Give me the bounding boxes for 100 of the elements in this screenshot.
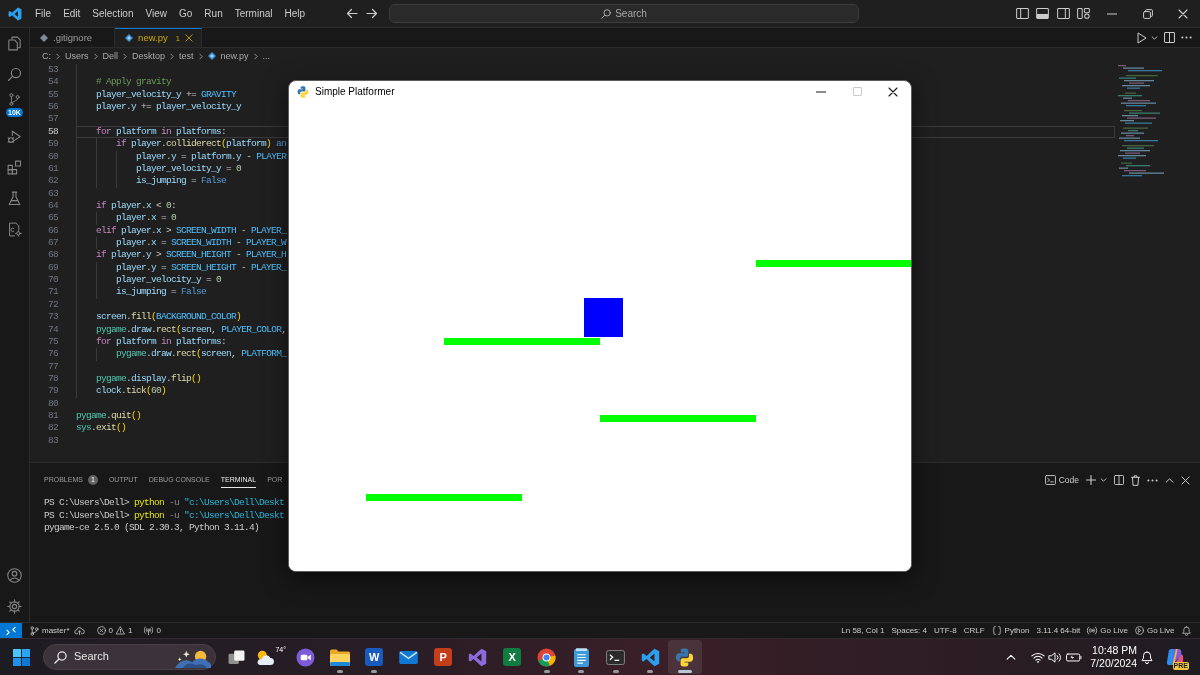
code-line: for platform in platforms: [95, 125, 227, 139]
file-type-icon [40, 34, 48, 42]
code-line: pygame.draw.rect(screen, PLAYER_COLOR, [95, 323, 287, 336]
code-line: if player.colliderect(platform) an [115, 138, 287, 151]
interpreter-item[interactable]: 3.11.4 64-bit [1032, 625, 1084, 636]
menu-item[interactable]: File [29, 6, 58, 21]
more-icon[interactable] [1147, 478, 1158, 482]
trash-icon[interactable] [1131, 474, 1140, 486]
account-icon[interactable] [6, 567, 23, 584]
sidebar-toggle-icon[interactable] [1015, 8, 1029, 19]
files-icon[interactable] [6, 35, 23, 52]
breadcrumb-item[interactable]: C: [42, 50, 51, 62]
layout-icon[interactable] [1077, 8, 1091, 19]
line-number: 56 [47, 101, 58, 114]
taskbar-app-button[interactable]: P [426, 640, 461, 674]
language-item[interactable]: Python [988, 625, 1033, 636]
terminal-selector[interactable]: Code [1044, 474, 1079, 486]
forward-arrow-icon[interactable] [366, 8, 378, 19]
battery-icon[interactable] [1066, 652, 1083, 662]
split-editor-icon[interactable] [1164, 32, 1175, 43]
go-live-item[interactable]: Go Live [1083, 625, 1132, 636]
line-number: 66 [47, 224, 58, 238]
menu-item[interactable]: Go [173, 6, 199, 21]
breadcrumb-item[interactable]: ... [262, 50, 271, 62]
chevron-icon [170, 52, 175, 60]
chevron-icon [253, 52, 258, 60]
breadcrumb-item[interactable]: Dell [102, 50, 119, 62]
speaker-icon[interactable] [1048, 651, 1063, 663]
settings-icon[interactable] [6, 598, 23, 615]
line-number: 62 [47, 175, 58, 188]
code-line: player.x = 0 [115, 212, 177, 225]
menu-item[interactable]: Selection [86, 6, 140, 21]
close-icon[interactable] [184, 34, 193, 42]
line-number: 54 [47, 76, 58, 89]
breadcrumb-item[interactable]: test [179, 50, 194, 62]
weather-icon [255, 648, 276, 666]
secondary-sidebar-icon[interactable] [1056, 8, 1070, 19]
line-number: 72 [47, 298, 58, 312]
split-terminal-icon[interactable] [1114, 475, 1124, 485]
terminal-line: PS C:\Users\Dell> python -u "c:\Users\Dell\Deskt [44, 509, 285, 522]
run-debug-icon[interactable] [6, 128, 23, 145]
cursor-position[interactable]: Ln 58, Col 1 [837, 625, 888, 636]
ribbon-logo-icon [468, 647, 488, 667]
run-icon[interactable] [1137, 31, 1147, 44]
taskbar-search[interactable]: Search [43, 644, 216, 670]
close-icon [888, 86, 898, 97]
document-app-logo: W [365, 648, 384, 666]
back-arrow-icon[interactable] [346, 8, 358, 19]
search-icon[interactable] [6, 66, 23, 83]
taskbar-app-button[interactable]: X [495, 640, 530, 674]
code-line: if player.y > SCREEN_HEIGHT - PLAYER_H [95, 249, 287, 262]
more-icon[interactable] [1181, 36, 1192, 39]
browser-icon [537, 647, 557, 667]
line-ending-item[interactable]: CRLF [960, 625, 989, 636]
chevron-icon [93, 52, 98, 60]
menu-item[interactable]: View [139, 6, 173, 21]
encoding-item[interactable]: UTF-8 [930, 625, 961, 636]
search-box[interactable]: Search [389, 4, 859, 23]
flask-icon[interactable] [6, 190, 23, 207]
menu-item[interactable]: Help [278, 6, 312, 21]
taskbar-app-button[interactable] [667, 640, 702, 674]
chevron-up-icon[interactable] [1165, 477, 1174, 483]
caret-icon[interactable] [1100, 478, 1107, 482]
close-icon[interactable] [1181, 475, 1190, 485]
menu-item[interactable]: Run [198, 6, 229, 21]
breadcrumb-item[interactable]: Desktop [132, 50, 166, 62]
file-type-icon [207, 52, 216, 60]
go-live-item[interactable]: Go Live [1131, 625, 1178, 636]
line-number: 79 [47, 385, 58, 398]
source-control-icon[interactable] [7, 92, 22, 107]
terminal-icon [1044, 475, 1056, 485]
clock-button[interactable]: 10:48 PM 7/20/2024 [1090, 644, 1137, 670]
indentation-item[interactable]: Spaces: 4 [887, 625, 931, 636]
breadcrumb-item[interactable]: new.py [220, 50, 249, 62]
menu-item[interactable]: Edit [57, 6, 87, 21]
windows-logo-icon [12, 648, 30, 666]
line-number: 82 [47, 422, 58, 435]
menu-item[interactable]: Terminal [228, 6, 279, 21]
wifi-icon[interactable] [1031, 651, 1046, 663]
maximize-icon [852, 87, 862, 96]
line-number: 68 [47, 249, 58, 262]
code-line: for platform in platforms: [95, 335, 227, 349]
panel-toggle-icon[interactable] [1036, 8, 1050, 19]
cloud-upload-icon[interactable] [73, 626, 85, 635]
line-number: 64 [47, 199, 58, 213]
branch-icon [30, 625, 39, 636]
branch-item[interactable]: master* [26, 625, 74, 636]
problems-item[interactable]: 0 1 [92, 625, 137, 636]
braces-icon [991, 626, 1002, 635]
line-number: 63 [47, 187, 58, 200]
chevron-icon [123, 52, 128, 60]
breadcrumb-item[interactable]: Users [65, 50, 89, 62]
extensions-icon[interactable] [6, 159, 23, 176]
ports-item[interactable]: 0 [140, 625, 165, 636]
code-line: if player.x < 0: [95, 199, 177, 213]
document-gear-icon[interactable] [6, 221, 23, 238]
taskbar-app-button[interactable]: W [357, 640, 392, 674]
remote-button[interactable] [0, 623, 22, 638]
plus-icon[interactable] [1086, 475, 1096, 485]
caret-icon[interactable] [1151, 35, 1158, 40]
